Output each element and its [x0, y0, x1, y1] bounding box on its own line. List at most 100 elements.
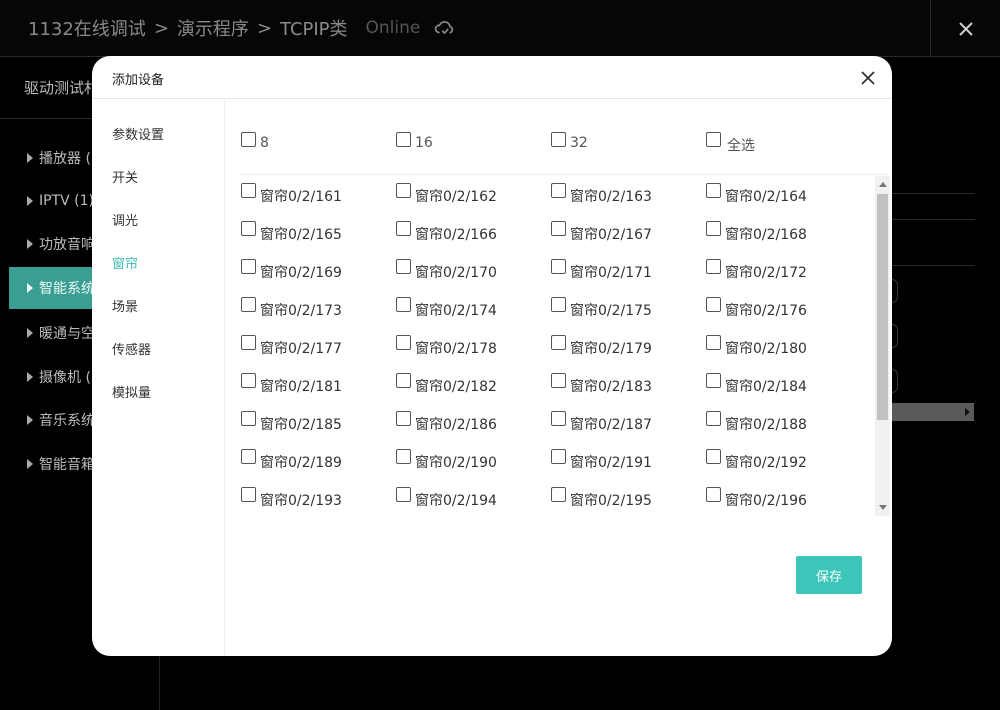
checkbox[interactable]	[706, 487, 721, 502]
breadcrumb-item-project[interactable]: 1132在线调试	[28, 15, 146, 41]
breadcrumb-item-program[interactable]: 演示程序	[177, 15, 249, 41]
checkbox[interactable]	[706, 132, 721, 147]
checkbox[interactable]	[706, 297, 721, 312]
device-checkbox-item[interactable]: 窗帘0/2/190	[396, 449, 497, 472]
breadcrumb-item-category[interactable]: TCPIP类	[280, 15, 348, 41]
checkbox[interactable]	[551, 373, 566, 388]
tab-switch[interactable]: 开关	[112, 167, 138, 186]
checkbox[interactable]	[551, 449, 566, 464]
device-checkbox-item[interactable]: 窗帘0/2/171	[551, 259, 652, 282]
device-checkbox-item[interactable]: 窗帘0/2/169	[241, 259, 342, 282]
checkbox[interactable]	[706, 411, 721, 426]
device-checkbox-item[interactable]: 窗帘0/2/183	[551, 373, 652, 396]
device-checkbox-item[interactable]: 窗帘0/2/178	[396, 335, 497, 358]
checkbox[interactable]	[551, 487, 566, 502]
tab-sensor[interactable]: 传感器	[112, 339, 151, 358]
tab-analog[interactable]: 模拟量	[112, 382, 151, 401]
tab-parameters[interactable]: 参数设置	[112, 124, 164, 143]
device-checkbox-item[interactable]: 窗帘0/2/166	[396, 221, 497, 244]
checkbox[interactable]	[241, 259, 256, 274]
checkbox[interactable]	[706, 259, 721, 274]
device-checkbox-item[interactable]: 窗帘0/2/195	[551, 487, 652, 510]
device-checkbox-item[interactable]: 窗帘0/2/170	[396, 259, 497, 282]
device-checkbox-list[interactable]: 窗帘0/2/161 窗帘0/2/162 窗帘0/2/163 窗帘0/2/164 窗帘0/…	[240, 176, 890, 516]
device-checkbox-item[interactable]: 窗帘0/2/196	[706, 487, 807, 510]
scrollbar-thumb[interactable]	[877, 194, 888, 420]
checkbox[interactable]	[396, 411, 411, 426]
checkbox[interactable]	[551, 335, 566, 350]
checkbox[interactable]	[706, 449, 721, 464]
device-checkbox-item[interactable]: 窗帘0/2/184	[706, 373, 807, 396]
checkbox[interactable]	[551, 221, 566, 236]
save-button[interactable]: 保存	[796, 556, 862, 594]
filter-16-checkbox[interactable]: 16	[396, 132, 433, 151]
checkbox[interactable]	[396, 259, 411, 274]
checkbox[interactable]	[241, 221, 256, 236]
device-checkbox-item[interactable]: 窗帘0/2/187	[551, 411, 652, 434]
checkbox[interactable]	[396, 297, 411, 312]
checkbox[interactable]	[706, 221, 721, 236]
device-checkbox-item[interactable]: 窗帘0/2/174	[396, 297, 497, 320]
filter-8-checkbox[interactable]: 8	[241, 132, 269, 151]
checkbox[interactable]	[396, 487, 411, 502]
checkbox[interactable]	[241, 411, 256, 426]
device-checkbox-item[interactable]: 窗帘0/2/161	[241, 183, 342, 206]
device-checkbox-item[interactable]: 窗帘0/2/173	[241, 297, 342, 320]
close-main-button[interactable]	[930, 0, 1000, 57]
vertical-scrollbar[interactable]	[875, 176, 890, 516]
device-checkbox-item[interactable]: 窗帘0/2/193	[241, 487, 342, 510]
device-checkbox-item[interactable]: 窗帘0/2/172	[706, 259, 807, 282]
device-checkbox-item[interactable]: 窗帘0/2/180	[706, 335, 807, 358]
checkbox[interactable]	[396, 221, 411, 236]
checkbox[interactable]	[551, 132, 566, 147]
horizontal-scrollbar[interactable]	[892, 403, 974, 421]
checkbox[interactable]	[551, 411, 566, 426]
checkbox[interactable]	[396, 373, 411, 388]
cloud-sync-icon[interactable]	[434, 17, 456, 39]
device-checkbox-item[interactable]: 窗帘0/2/188	[706, 411, 807, 434]
checkbox[interactable]	[241, 487, 256, 502]
checkbox[interactable]	[551, 297, 566, 312]
checkbox[interactable]	[396, 132, 411, 147]
device-checkbox-item[interactable]: 窗帘0/2/186	[396, 411, 497, 434]
device-checkbox-item[interactable]: 窗帘0/2/163	[551, 183, 652, 206]
device-checkbox-item[interactable]: 窗帘0/2/167	[551, 221, 652, 244]
checkbox[interactable]	[241, 373, 256, 388]
device-checkbox-item[interactable]: 窗帘0/2/185	[241, 411, 342, 434]
checkbox[interactable]	[396, 335, 411, 350]
filter-32-checkbox[interactable]: 32	[551, 132, 588, 151]
checkbox[interactable]	[396, 449, 411, 464]
device-checkbox-item[interactable]: 窗帘0/2/194	[396, 487, 497, 510]
device-checkbox-item[interactable]: 窗帘0/2/181	[241, 373, 342, 396]
device-checkbox-item[interactable]: 窗帘0/2/176	[706, 297, 807, 320]
select-all-checkbox[interactable]: 全选	[706, 132, 755, 155]
checkbox[interactable]	[706, 183, 721, 198]
device-checkbox-item[interactable]: 窗帘0/2/179	[551, 335, 652, 358]
checkbox[interactable]	[551, 259, 566, 274]
device-checkbox-item[interactable]: 窗帘0/2/162	[396, 183, 497, 206]
tab-dimming[interactable]: 调光	[112, 210, 138, 229]
device-checkbox-item[interactable]: 窗帘0/2/164	[706, 183, 807, 206]
device-checkbox-item[interactable]: 窗帘0/2/168	[706, 221, 807, 244]
device-checkbox-item[interactable]: 窗帘0/2/191	[551, 449, 652, 472]
device-checkbox-item[interactable]: 窗帘0/2/165	[241, 221, 342, 244]
close-icon[interactable]	[860, 70, 876, 86]
checkbox[interactable]	[396, 183, 411, 198]
checkbox[interactable]	[551, 183, 566, 198]
device-checkbox-item[interactable]: 窗帘0/2/177	[241, 335, 342, 358]
checkbox[interactable]	[241, 335, 256, 350]
device-checkbox-item[interactable]: 窗帘0/2/192	[706, 449, 807, 472]
checkbox[interactable]	[241, 132, 256, 147]
arrow-up-icon[interactable]	[879, 182, 887, 187]
checkbox[interactable]	[241, 183, 256, 198]
device-checkbox-item[interactable]: 窗帘0/2/175	[551, 297, 652, 320]
checkbox[interactable]	[706, 335, 721, 350]
tab-scene[interactable]: 场景	[112, 296, 138, 315]
checkbox[interactable]	[241, 449, 256, 464]
tab-curtain[interactable]: 窗帘	[112, 253, 138, 272]
device-checkbox-item[interactable]: 窗帘0/2/189	[241, 449, 342, 472]
arrow-down-icon[interactable]	[879, 505, 887, 510]
device-checkbox-item[interactable]: 窗帘0/2/182	[396, 373, 497, 396]
checkbox[interactable]	[706, 373, 721, 388]
checkbox[interactable]	[241, 297, 256, 312]
